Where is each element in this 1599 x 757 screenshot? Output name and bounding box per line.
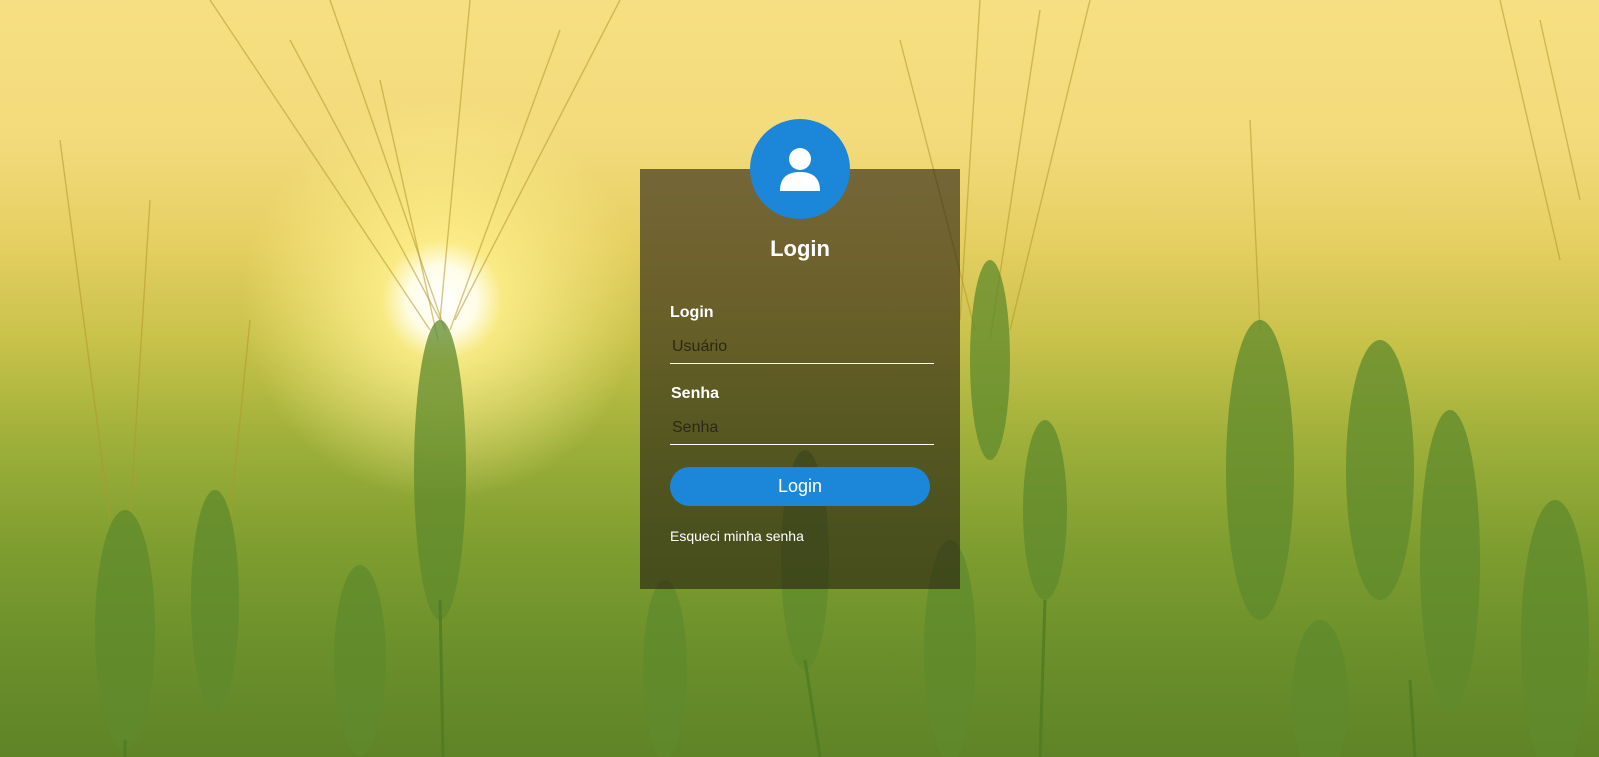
user-icon [780, 148, 820, 191]
password-label: Senha [671, 385, 720, 402]
username-input[interactable] [670, 330, 934, 364]
avatar [750, 119, 850, 219]
forgot-password-link[interactable]: Esqueci minha senha [670, 528, 804, 544]
login-button[interactable]: Login [670, 467, 930, 506]
login-label: Login [670, 304, 714, 321]
page-title: Login [770, 236, 830, 261]
password-input[interactable] [670, 411, 934, 445]
login-card [640, 169, 960, 589]
